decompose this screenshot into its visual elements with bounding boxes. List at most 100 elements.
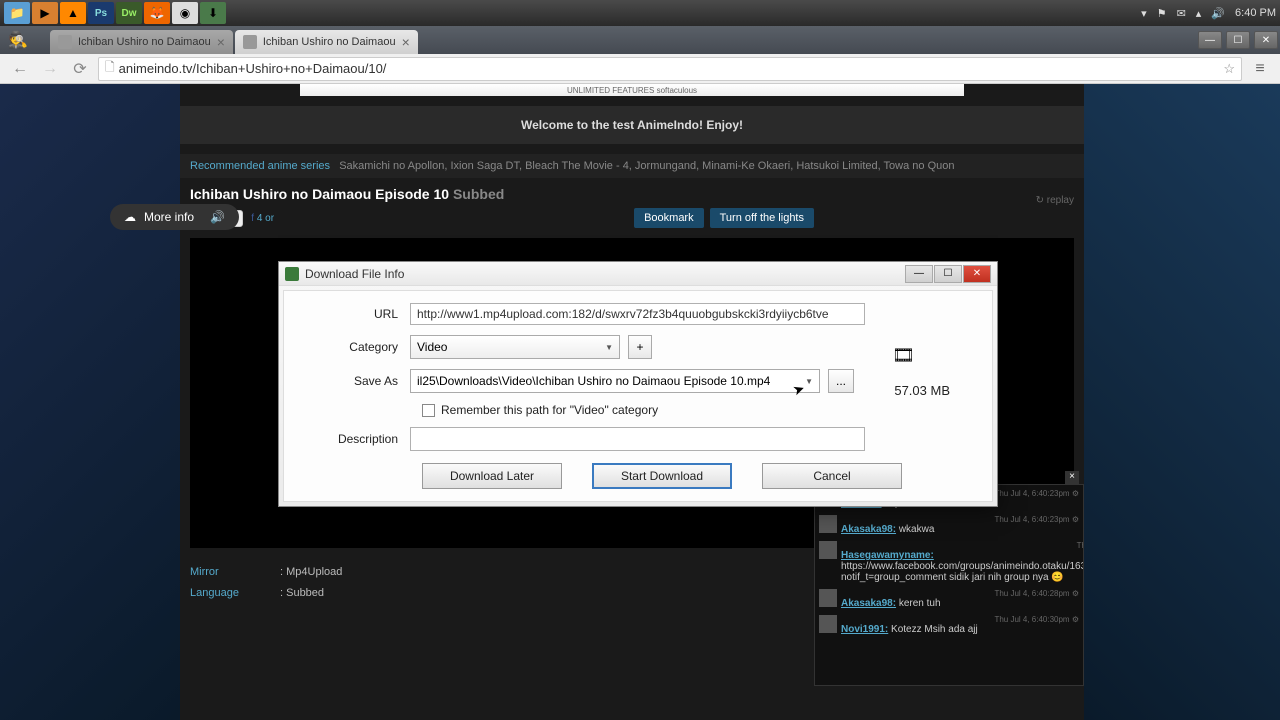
cloud-icon: ☁: [124, 210, 136, 224]
download-dialog: Download File Info — ☐ ✕ URL Category Vi…: [278, 261, 998, 507]
chrome-icon[interactable]: ◉: [172, 2, 198, 24]
browser-menu-icon[interactable]: ≡: [1248, 60, 1272, 78]
remember-path-checkbox[interactable]: [422, 404, 435, 417]
chat-username[interactable]: Hasegawamyname:: [841, 550, 934, 561]
language-value: : Subbed: [280, 587, 324, 599]
add-category-button[interactable]: +: [628, 335, 652, 359]
tab-close-icon[interactable]: ×: [402, 34, 410, 50]
chat-text: keren tuh: [899, 598, 941, 609]
remember-label: Remember this path for "Video" category: [441, 403, 658, 417]
avatar: [819, 541, 837, 559]
recommended-label: Recommended anime series: [190, 160, 330, 172]
background-art-right: [1080, 84, 1280, 720]
chat-text: https://www.facebook.com/groups/animeind…: [841, 561, 1083, 583]
dialog-minimize-button[interactable]: —: [905, 265, 933, 283]
chat-time: Thu Jul 4, 6:40:30pm ⚙: [841, 615, 1079, 624]
ad-banner[interactable]: UNLIMITED FEATURES softaculous: [300, 84, 964, 96]
tab-title: Ichiban Ushiro no Daimaou: [263, 36, 396, 48]
address-bar[interactable]: 🗋 animeindo.tv/Ichiban+Ushiro+no+Daimaou…: [98, 57, 1242, 81]
url-input[interactable]: [410, 303, 865, 325]
avatar: [819, 615, 837, 633]
browse-button[interactable]: ...: [828, 369, 854, 393]
browser-tab-active[interactable]: Ichiban Ushiro no Daimaou ×: [235, 30, 418, 54]
tab-favicon-icon: [243, 35, 257, 49]
tray-volume-icon[interactable]: 🔊: [1211, 7, 1225, 20]
chat-text: wkakwa: [899, 524, 935, 535]
tab-favicon-icon: [58, 35, 72, 49]
recommended-list[interactable]: Sakamichi no Apollon, Ixion Saga DT, Ble…: [339, 160, 954, 172]
browser-tab[interactable]: Ichiban Ushiro no Daimaou ×: [50, 30, 233, 54]
lights-button[interactable]: Turn off the lights: [710, 208, 814, 228]
idm-icon[interactable]: ⬇: [200, 2, 226, 24]
dreamweaver-icon[interactable]: Dw: [116, 2, 142, 24]
system-taskbar: 📁 ▶ ▲ Ps Dw 🦊 ◉ ⬇ ▾ ⚑ ✉ ▴ 🔊 6:40 PM: [0, 0, 1280, 26]
mirror-label: Mirror: [190, 566, 260, 583]
welcome-message: Welcome to the test AnimeIndo! Enjoy!: [180, 106, 1084, 144]
idm-app-icon: [285, 267, 299, 281]
page-icon: 🗋: [105, 58, 115, 79]
avatar: [819, 589, 837, 607]
finder-icon[interactable]: 📁: [4, 2, 30, 24]
chat-username[interactable]: Novi1991:: [841, 624, 888, 635]
tray-mail-icon[interactable]: ✉: [1177, 7, 1186, 20]
file-size: 57.03 MB: [894, 383, 950, 398]
vlc-icon[interactable]: ▲: [60, 2, 86, 24]
app-icon[interactable]: ▶: [32, 2, 58, 24]
chat-username[interactable]: Akasaka98:: [841, 598, 896, 609]
recommended-bar: Recommended anime series Sakamichi no Ap…: [180, 154, 1084, 178]
browser-tabbar: 🕵️ Ichiban Ushiro no Daimaou × Ichiban U…: [0, 26, 1280, 54]
background-art-left: [0, 84, 180, 720]
language-label: Language: [190, 587, 260, 599]
system-clock: 6:40 PM: [1235, 7, 1276, 19]
description-label: Description: [300, 432, 410, 446]
photoshop-icon[interactable]: Ps: [88, 2, 114, 24]
tray-up-icon[interactable]: ▴: [1196, 7, 1202, 20]
chat-text: Kotezz Msih ada ajj: [891, 624, 978, 635]
tab-title: Ichiban Ushiro no Daimaou: [78, 36, 211, 48]
bookmark-star-icon[interactable]: ☆: [1223, 61, 1235, 77]
chat-message: Thu Jul 4, 6:40:24pm ⚙ Hasegawamyname: h…: [819, 541, 1079, 583]
more-info-button[interactable]: ☁ More info 🔊: [110, 204, 239, 230]
reload-button[interactable]: ⟳: [68, 57, 92, 81]
chat-widget: × Thu Jul 4, 6:40:23pm ⚙ Kotezzz: di pin…: [814, 484, 1084, 686]
chat-time: Thu Jul 4, 6:40:28pm ⚙: [841, 589, 1079, 598]
bookmark-button[interactable]: Bookmark: [634, 208, 704, 228]
window-maximize-button[interactable]: ☐: [1226, 31, 1250, 49]
url-text: animeindo.tv/Ichiban+Ushiro+no+Daimaou/1…: [119, 61, 387, 76]
chat-time: Thu Jul 4, 6:40:24pm ⚙: [841, 541, 1083, 550]
forward-button[interactable]: →: [38, 57, 62, 81]
saveas-label: Save As: [300, 374, 410, 388]
start-download-button[interactable]: Start Download: [592, 463, 732, 489]
description-input[interactable]: [410, 427, 865, 451]
firefox-icon[interactable]: 🦊: [144, 2, 170, 24]
chat-message: Thu Jul 4, 6:40:23pm ⚙ Akasaka98: wkakwa: [819, 515, 1079, 535]
category-label: Category: [300, 340, 410, 354]
tray-dropdown-icon[interactable]: ▾: [1141, 7, 1147, 20]
chat-time: Thu Jul 4, 6:40:23pm ⚙: [841, 515, 1079, 524]
chat-close-icon[interactable]: ×: [1065, 471, 1079, 485]
mirror-value: : Mp4Upload: [280, 566, 342, 583]
dialog-close-button[interactable]: ✕: [963, 265, 991, 283]
tray-icon[interactable]: ⚑: [1157, 7, 1167, 20]
download-later-button[interactable]: Download Later: [422, 463, 562, 489]
file-type-icon: 🎞: [892, 345, 916, 369]
category-select[interactable]: Video: [410, 335, 620, 359]
cancel-button[interactable]: Cancel: [762, 463, 902, 489]
url-label: URL: [300, 307, 410, 321]
back-button[interactable]: ←: [8, 57, 32, 81]
avatar: [819, 515, 837, 533]
window-close-button[interactable]: ✕: [1254, 31, 1278, 49]
replay-button[interactable]: ↻ replay: [1036, 195, 1074, 206]
dialog-title: Download File Info: [305, 267, 404, 281]
tab-close-icon[interactable]: ×: [217, 34, 225, 50]
like-count: f 4 or: [251, 213, 274, 224]
incognito-icon: 🕵️: [8, 30, 28, 50]
saveas-input[interactable]: il25\Downloads\Video\Ichiban Ushiro no D…: [410, 369, 820, 393]
chat-message: Thu Jul 4, 6:40:28pm ⚙ Akasaka98: keren …: [819, 589, 1079, 609]
chat-message: Thu Jul 4, 6:40:30pm ⚙ Novi1991: Kotezz …: [819, 615, 1079, 635]
window-minimize-button[interactable]: —: [1198, 31, 1222, 49]
dialog-titlebar[interactable]: Download File Info — ☐ ✕: [279, 262, 997, 286]
dialog-maximize-button[interactable]: ☐: [934, 265, 962, 283]
chat-username[interactable]: Akasaka98:: [841, 524, 896, 535]
video-title: Ichiban Ushiro no Daimaou Episode 10 Sub…: [190, 186, 814, 202]
